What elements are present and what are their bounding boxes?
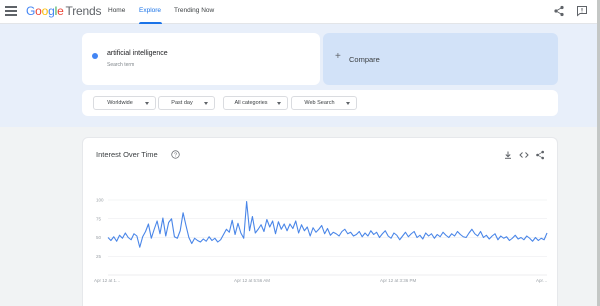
filter-bar: Worldwide Past day All categories Web Se… xyxy=(82,90,558,116)
search-term-type: Search term xyxy=(107,62,135,68)
tab-explore[interactable]: Explore xyxy=(139,7,161,14)
x-tick-label: Apr 12 at 5:56 AM xyxy=(234,278,270,283)
series-line xyxy=(107,200,548,248)
tab-trending-now[interactable]: Trending Now xyxy=(174,7,214,14)
caret-down-icon xyxy=(204,102,208,105)
compare-label: Compare xyxy=(349,55,380,64)
chart-title: Interest Over Time xyxy=(96,150,158,159)
term-color-dot xyxy=(92,53,98,59)
embed-icon[interactable] xyxy=(519,150,529,160)
y-tick-label: 100 xyxy=(96,198,104,203)
search-term-label[interactable]: artificial intelligence xyxy=(107,50,168,57)
menu-icon[interactable] xyxy=(5,6,17,17)
caret-down-icon xyxy=(145,102,149,105)
search-term-card[interactable]: artificial intelligence Search term xyxy=(82,33,320,85)
feedback-icon[interactable] xyxy=(576,5,588,17)
filter-region[interactable]: Worldwide xyxy=(93,96,156,110)
svg-text:?: ? xyxy=(174,152,177,158)
google-trends-logo[interactable]: Google Trends xyxy=(26,4,101,18)
caret-down-icon xyxy=(277,102,281,105)
x-tick-label: Apr 12 at 1… xyxy=(94,278,121,283)
chart-x-tick-labels: Apr 12 at 1… Apr 12 at 5:56 AM Apr 12 at 3… xyxy=(94,278,548,283)
chart-y-tick-labels: 100 75 50 25 xyxy=(96,198,104,259)
y-tick-label: 75 xyxy=(96,216,102,221)
filter-category[interactable]: All categories xyxy=(223,96,288,110)
plus-icon: + xyxy=(335,51,341,62)
tab-home[interactable]: Home xyxy=(108,7,125,14)
share-icon[interactable] xyxy=(535,150,545,160)
filter-search-type[interactable]: Web Search xyxy=(291,96,357,110)
help-icon[interactable]: ? xyxy=(171,150,180,159)
y-tick-label: 25 xyxy=(96,254,102,259)
chart-gridlines xyxy=(108,199,547,276)
x-tick-label: Apr 12 at 3:36 PM xyxy=(380,278,417,283)
compare-button[interactable]: + Compare xyxy=(323,33,558,85)
interest-over-time-chart[interactable]: 100755025 Apr 12 at 1… Apr 12 at 5:56 AM A… xyxy=(84,180,554,290)
share-icon[interactable] xyxy=(553,5,565,17)
x-tick-label: Apr… xyxy=(536,278,548,283)
download-icon[interactable] xyxy=(503,150,513,160)
caret-down-icon xyxy=(346,102,350,105)
y-tick-label: 50 xyxy=(96,235,102,240)
filter-time-range[interactable]: Past day xyxy=(158,96,215,110)
